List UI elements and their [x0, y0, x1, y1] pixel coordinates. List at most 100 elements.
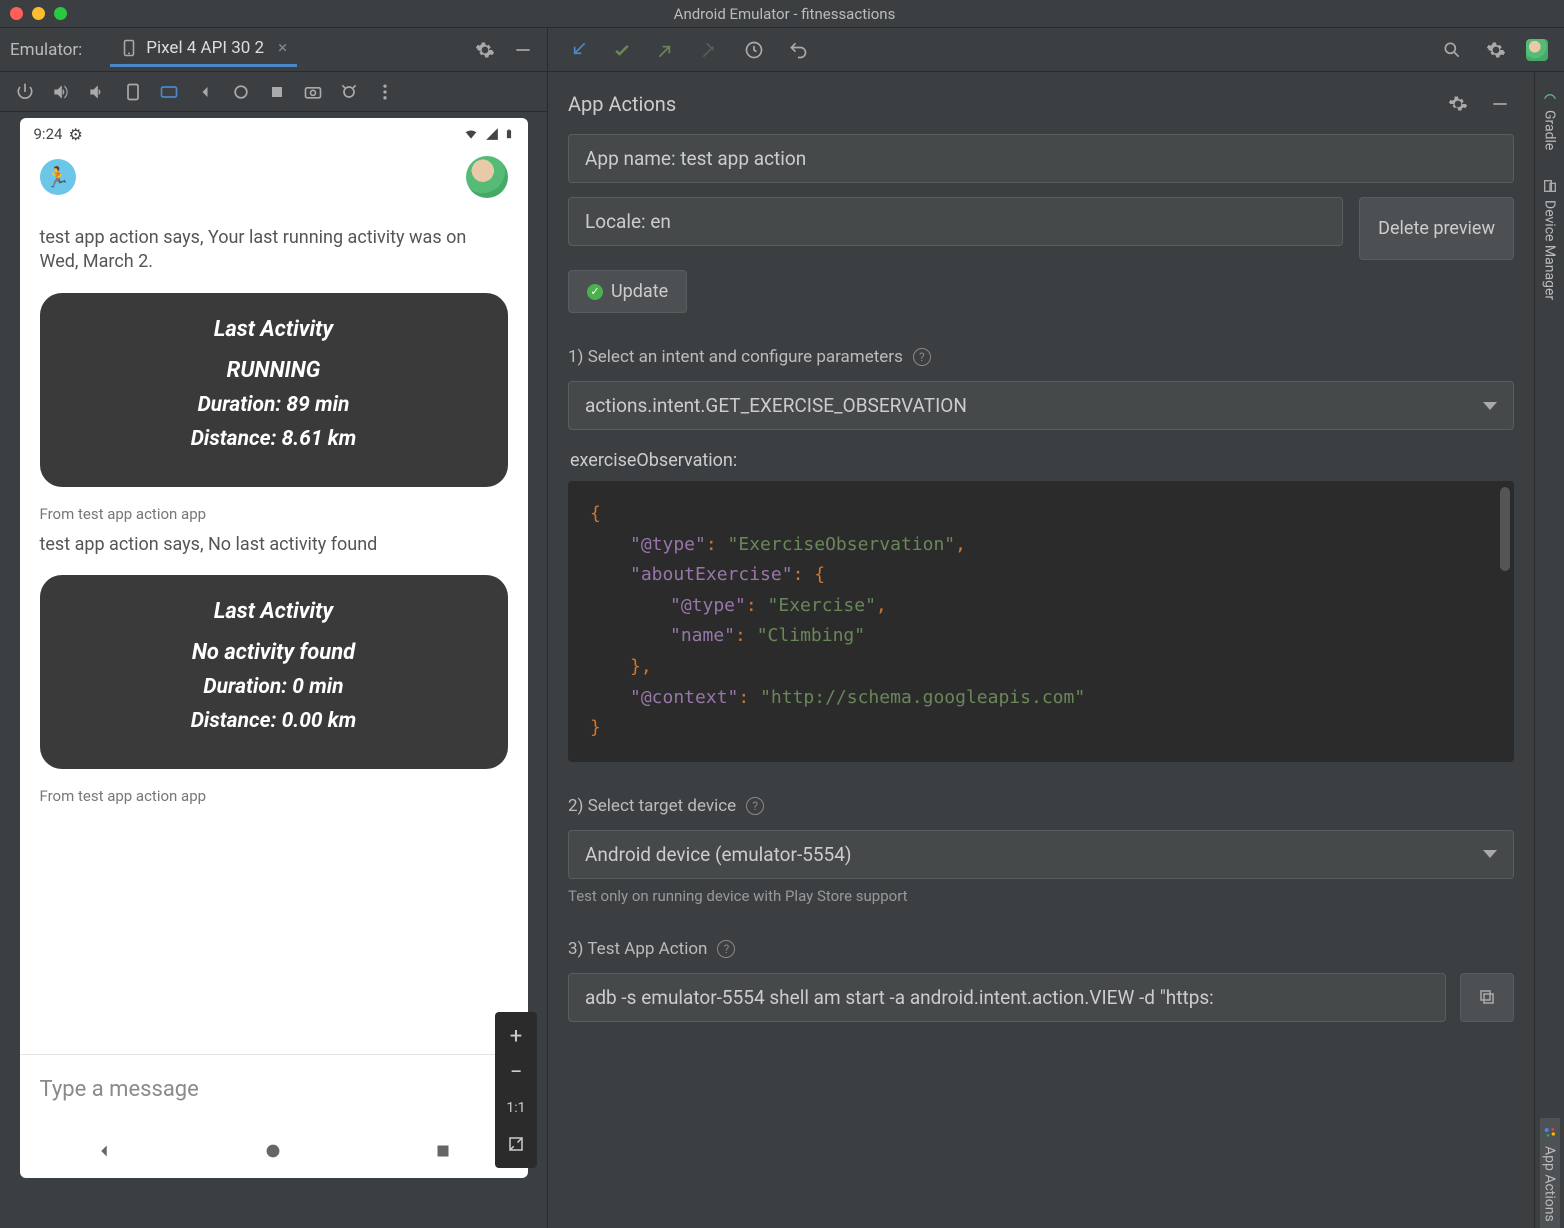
- assistant-message: test app action says, Your last running …: [40, 226, 508, 275]
- more-icon[interactable]: [372, 78, 398, 106]
- push-icon[interactable]: [652, 36, 680, 64]
- zoom-fit-button[interactable]: [495, 1126, 537, 1162]
- help-icon[interactable]: ?: [913, 348, 931, 366]
- panel-settings-icon[interactable]: [1444, 90, 1472, 118]
- device-screen[interactable]: 9:24 ⚙ 🏃 test app action says, Your last…: [20, 118, 528, 1178]
- device-value: Android device (emulator-5554): [585, 843, 852, 866]
- card-activity: RUNNING: [60, 358, 488, 383]
- locale-field[interactable]: Locale: en: [568, 197, 1343, 246]
- ide-settings-icon[interactable]: [1482, 36, 1510, 64]
- profile-avatar[interactable]: [1526, 39, 1548, 61]
- volume-up-icon[interactable]: [48, 78, 74, 106]
- delete-preview-button[interactable]: Delete preview: [1359, 197, 1514, 260]
- panel-minimize-icon[interactable]: [1486, 90, 1514, 118]
- json-editor[interactable]: { "@type": "ExerciseObservation", "about…: [568, 481, 1514, 762]
- user-avatar[interactable]: [466, 156, 508, 198]
- app-name-field[interactable]: App name: test app action: [568, 134, 1514, 183]
- step1-text: 1) Select an intent and configure parame…: [568, 347, 903, 367]
- gradle-icon: [1542, 88, 1558, 104]
- window-titlebar: Android Emulator - fitnessactions: [0, 0, 1564, 28]
- device-frame: 9:24 ⚙ 🏃 test app action says, Your last…: [0, 112, 547, 1228]
- update-disabled-icon: [696, 36, 724, 64]
- zoom-controls: + − 1:1: [495, 1012, 537, 1168]
- app-logo-icon[interactable]: 🏃: [40, 159, 76, 195]
- emulator-tabbar: Emulator: Pixel 4 API 30 2 ×: [0, 28, 547, 72]
- json-line: "@context": "http://schema.googleapis.co…: [590, 683, 1492, 714]
- json-line: "name": "Climbing": [590, 621, 1492, 652]
- nav-home-icon[interactable]: [262, 1140, 284, 1162]
- emulator-tab-label: Pixel 4 API 30 2: [146, 38, 264, 58]
- from-app-label: From test app action app: [40, 787, 508, 805]
- rail-device-manager-label: Device Manager: [1542, 200, 1558, 300]
- activity-card[interactable]: Last Activity No activity found Duration…: [40, 575, 508, 769]
- emulator-panel: Emulator: Pixel 4 API 30 2 ×: [0, 28, 548, 1228]
- copy-button[interactable]: [1460, 973, 1514, 1022]
- settings-icon[interactable]: [471, 36, 499, 64]
- incoming-icon[interactable]: [564, 36, 592, 64]
- check-icon: ✓: [587, 284, 603, 300]
- chevron-down-icon: [1483, 402, 1497, 410]
- battery-icon: [504, 126, 514, 142]
- emulator-toolbar: [0, 72, 547, 112]
- emulator-label: Emulator:: [10, 40, 82, 60]
- rail-app-actions[interactable]: App Actions: [1540, 1118, 1560, 1228]
- scrollbar[interactable]: [1500, 487, 1510, 571]
- update-button[interactable]: ✓ Update: [568, 270, 687, 313]
- top-toolbar: [548, 28, 1564, 72]
- zoom-out-button[interactable]: −: [495, 1054, 537, 1090]
- nav-overview-icon[interactable]: [432, 1140, 454, 1162]
- param-label: exerciseObservation:: [570, 450, 1514, 471]
- card-duration: Duration: 0 min: [60, 675, 488, 699]
- rotate-right-icon[interactable]: [156, 78, 182, 106]
- card-title: Last Activity: [60, 317, 488, 342]
- step1-label: 1) Select an intent and configure parame…: [568, 347, 1514, 367]
- intent-value: actions.intent.GET_EXERCISE_OBSERVATION: [585, 394, 967, 417]
- side-rail: Gradle Device Manager App Actions: [1534, 72, 1564, 1228]
- zoom-in-button[interactable]: +: [495, 1018, 537, 1054]
- back-icon[interactable]: [192, 78, 218, 106]
- screenshot-icon[interactable]: [300, 78, 326, 106]
- json-line: "@type": "ExerciseObservation",: [590, 530, 1492, 561]
- minimize-panel-icon[interactable]: [509, 36, 537, 64]
- rail-gradle[interactable]: Gradle: [1540, 82, 1560, 156]
- power-icon[interactable]: [12, 78, 38, 106]
- rail-device-manager[interactable]: Device Manager: [1540, 172, 1560, 306]
- phone-icon: [120, 39, 138, 57]
- assistant-icon: [1542, 1124, 1558, 1140]
- zoom-reset-button[interactable]: 1:1: [495, 1090, 537, 1126]
- help-icon[interactable]: ?: [717, 940, 735, 958]
- record-icon[interactable]: [336, 78, 362, 106]
- assistant-message: test app action says, No last activity f…: [40, 533, 508, 557]
- card-activity: No activity found: [60, 640, 488, 665]
- json-line: "aboutExercise": {: [590, 560, 1492, 591]
- commit-icon[interactable]: [608, 36, 636, 64]
- json-line: },: [590, 652, 1492, 683]
- close-tab-icon[interactable]: ×: [278, 38, 287, 58]
- device-select[interactable]: Android device (emulator-5554): [568, 830, 1514, 879]
- from-app-label: From test app action app: [40, 505, 508, 523]
- update-label: Update: [611, 281, 668, 302]
- android-navbar: [20, 1124, 528, 1178]
- intent-select[interactable]: actions.intent.GET_EXERCISE_OBSERVATION: [568, 381, 1514, 430]
- assistant-body: test app action says, Your last running …: [20, 204, 528, 1054]
- message-input[interactable]: Type a message: [20, 1054, 528, 1124]
- window-title: Android Emulator - fitnessactions: [15, 5, 1554, 23]
- panel-header: App Actions: [568, 90, 1514, 118]
- history-icon[interactable]: [740, 36, 768, 64]
- nav-back-icon[interactable]: [93, 1140, 115, 1162]
- help-icon[interactable]: ?: [746, 797, 764, 815]
- home-icon[interactable]: [228, 78, 254, 106]
- rollback-icon[interactable]: [784, 36, 812, 64]
- emulator-tab[interactable]: Pixel 4 API 30 2 ×: [110, 32, 297, 67]
- devices-icon: [1542, 178, 1558, 194]
- overview-icon[interactable]: [264, 78, 290, 106]
- step2-text: 2) Select target device: [568, 796, 736, 816]
- adb-command-field[interactable]: adb -s emulator-5554 shell am start -a a…: [568, 973, 1446, 1022]
- rotate-left-icon[interactable]: [120, 78, 146, 106]
- volume-down-icon[interactable]: [84, 78, 110, 106]
- search-icon[interactable]: [1438, 36, 1466, 64]
- json-line: }: [590, 713, 1492, 744]
- activity-card[interactable]: Last Activity RUNNING Duration: 89 min D…: [40, 293, 508, 487]
- json-line: {: [590, 499, 1492, 530]
- statusbar-settings-icon: ⚙: [68, 125, 82, 144]
